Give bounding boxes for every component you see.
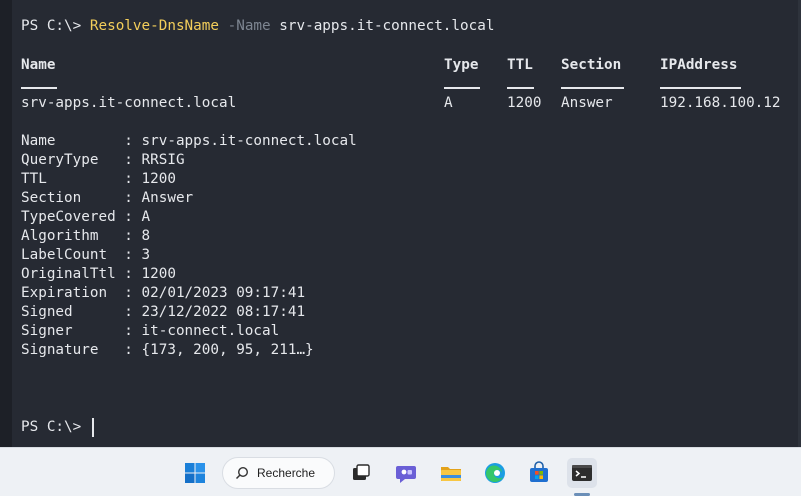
task-view-icon [353, 464, 370, 480]
record-value: : RRSIG [124, 152, 185, 168]
text-cursor [92, 418, 94, 437]
record-label: LabelCount [21, 247, 125, 263]
prompt: PS C:\> [21, 18, 90, 34]
terminal-icon [572, 465, 592, 481]
row-ttl: 1200 [507, 95, 542, 111]
record-line: Expiration : 02/01/2023 09:17:41 [21, 284, 305, 303]
record-value: : 1200 [124, 266, 176, 282]
record-value: : 02/01/2023 09:17:41 [124, 285, 306, 301]
search-icon [235, 466, 249, 480]
record-label: Signature [21, 342, 125, 358]
record-line: Signer : it-connect.local [21, 322, 279, 341]
record-line: TTL : 1200 [21, 170, 176, 189]
record-label: QueryType [21, 152, 125, 168]
header-ttl: TTL [507, 57, 533, 73]
record-value: : 8 [124, 228, 151, 244]
record-label: OriginalTtl [21, 266, 125, 282]
terminal-left-edge [0, 0, 12, 447]
row-type: A [444, 95, 453, 111]
record-line: QueryType : RRSIG [21, 151, 185, 170]
record-line: LabelCount : 3 [21, 246, 150, 265]
header-ipaddress: IPAddress [660, 57, 738, 73]
record-label: Algorithm [21, 228, 125, 244]
record-value: : 23/12/2022 08:17:41 [124, 304, 306, 320]
windows-start-button[interactable] [180, 458, 210, 488]
header-underline-type [444, 87, 480, 89]
record-line: OriginalTtl : 1200 [21, 265, 176, 284]
command-line: PS C:\> Resolve-DnsName -Name srv-apps.i… [21, 17, 494, 36]
record-value: : it-connect.local [124, 323, 280, 339]
folder-icon [441, 467, 461, 481]
record-label: Signed [21, 304, 125, 320]
header-underline-section [561, 87, 624, 89]
row-ipaddress: 192.168.100.12 [660, 95, 781, 111]
header-section: Section [561, 57, 622, 73]
chat-button[interactable] [391, 458, 421, 488]
parameter-text: -Name [219, 18, 271, 34]
record-value: : A [124, 209, 151, 225]
taskbar-search-box[interactable]: Recherche [222, 457, 335, 489]
record-label: Name [21, 133, 125, 149]
record-line: Signature : {173, 200, 95, 211…} [21, 341, 314, 360]
cmdlet-text: Resolve-DnsName [89, 18, 219, 34]
windows-icon [185, 463, 205, 483]
header-name: Name [21, 57, 56, 73]
terminal-taskbar-button[interactable] [567, 458, 597, 488]
header-underline-name [21, 87, 57, 89]
taskbar: Recherche [0, 447, 801, 496]
task-view-button[interactable] [346, 458, 376, 488]
record-value: : srv-apps.it-connect.local [124, 133, 357, 149]
record-label: Expiration [21, 285, 125, 301]
search-label: Recherche [257, 466, 316, 480]
record-value: : 1200 [124, 171, 176, 187]
record-value: : Answer [124, 190, 194, 206]
terminal-window[interactable]: PS C:\> Resolve-DnsName -Name srv-apps.i… [0, 0, 801, 447]
record-value: : {173, 200, 95, 211…} [124, 342, 314, 358]
row-name: srv-apps.it-connect.local [21, 95, 237, 111]
record-label: TypeCovered [21, 209, 125, 225]
record-line: Algorithm : 8 [21, 227, 150, 246]
edge-browser-button[interactable] [480, 458, 510, 488]
row-section: Answer [561, 95, 613, 111]
file-explorer-button[interactable] [436, 458, 466, 488]
record-line: Signed : 23/12/2022 08:17:41 [21, 303, 305, 322]
header-underline-ttl [507, 87, 534, 89]
microsoft-store-button[interactable] [524, 458, 554, 488]
record-line: Section : Answer [21, 189, 193, 208]
argument-text: srv-apps.it-connect.local [270, 18, 495, 34]
record-label: Signer [21, 323, 125, 339]
chat-icon [396, 466, 416, 483]
final-prompt[interactable]: PS C:\> [21, 418, 90, 437]
header-underline-ipaddress [660, 87, 741, 89]
record-value: : 3 [124, 247, 151, 263]
record-line: Name : srv-apps.it-connect.local [21, 132, 357, 151]
store-icon [530, 461, 548, 482]
record-label: TTL [21, 171, 125, 187]
record-line: TypeCovered : A [21, 208, 150, 227]
record-label: Section [21, 190, 125, 206]
header-type: Type [444, 57, 479, 73]
edge-icon [485, 463, 505, 483]
